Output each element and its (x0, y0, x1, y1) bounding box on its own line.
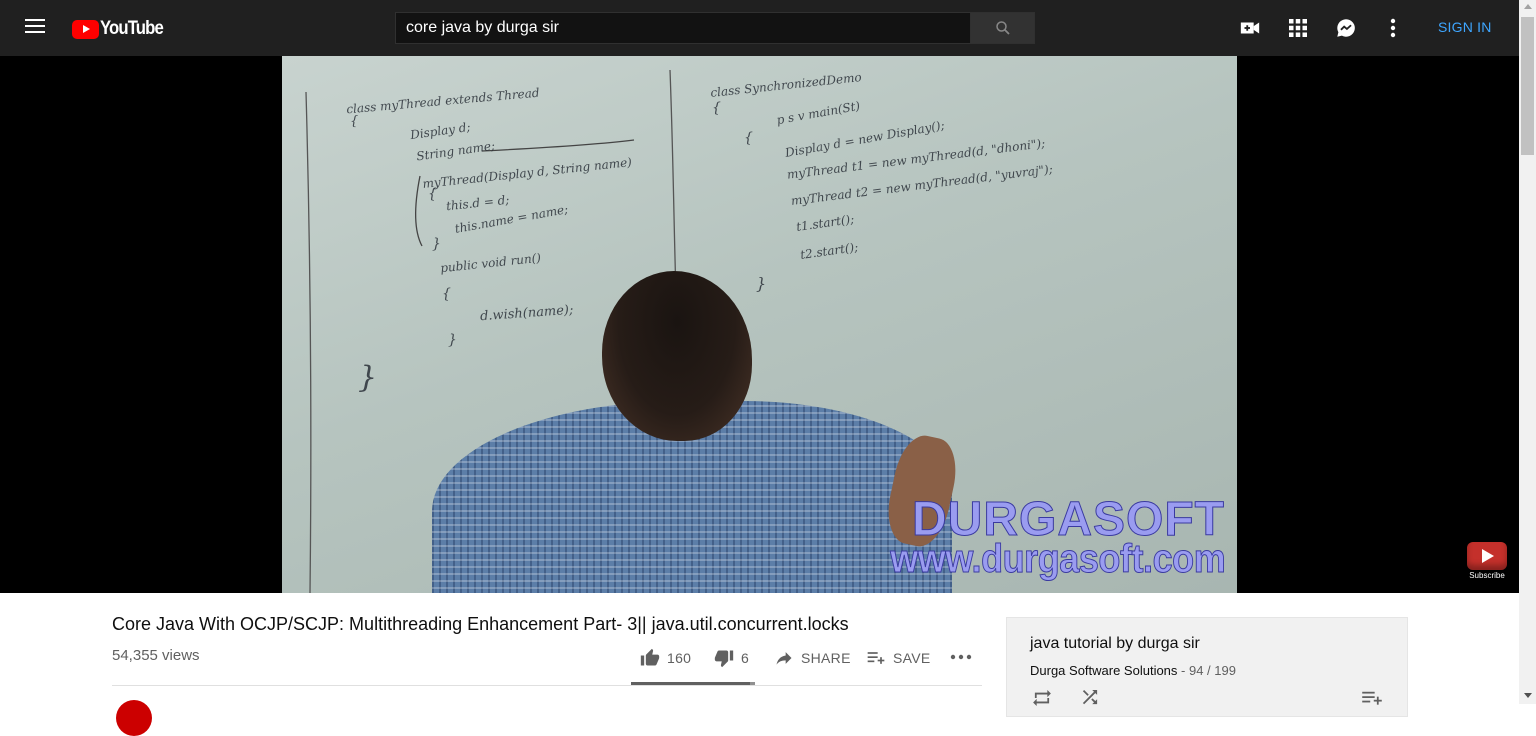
masthead: YouTube core java by durga sir SIGN IN (0, 0, 1519, 56)
scrollbar-thumb[interactable] (1521, 17, 1534, 155)
dislike-count: 6 (741, 650, 750, 666)
board-line: } (448, 332, 457, 348)
board-line: } (358, 360, 378, 395)
watermark-url: www.durgasoft.com (889, 537, 1226, 582)
board-line: { (442, 286, 451, 302)
board-line: } (756, 274, 767, 293)
youtube-logo[interactable]: YouTube (72, 18, 171, 40)
info-divider (112, 685, 982, 686)
video-player[interactable]: class myThread extends Thread { Display … (0, 56, 1519, 593)
search-icon (995, 21, 1010, 35)
shuffle-icon[interactable] (1079, 690, 1101, 711)
share-arrow-icon (776, 652, 792, 665)
playlist-meta: Durga Software Solutions - 94 / 199 (1030, 663, 1236, 678)
sign-in-button[interactable]: SIGN IN (1438, 19, 1492, 35)
scroll-down-arrow-icon[interactable] (1524, 693, 1532, 698)
thumb-up-icon (640, 648, 660, 666)
loop-icon[interactable] (1031, 690, 1053, 711)
search-input[interactable]: core java by durga sir (395, 12, 971, 44)
subscribe-label: Subscribe (1469, 571, 1505, 580)
youtube-play-icon (72, 19, 99, 39)
like-count: 160 (667, 650, 692, 666)
view-count: 54,355 views (112, 647, 200, 664)
more-horizontal-icon (950, 654, 972, 660)
more-vertical-icon[interactable] (1381, 16, 1405, 40)
board-line: { (350, 114, 359, 129)
hamburger-menu-icon[interactable] (22, 16, 48, 40)
video-frame[interactable]: class myThread extends Thread { Display … (282, 56, 1237, 593)
playlist-title[interactable]: java tutorial by durga sir (1030, 635, 1200, 653)
board-line: } (432, 236, 441, 252)
video-title: Core Java With OCJP/SCJP: Multithreading… (112, 614, 849, 634)
playlist-position: - 94 / 199 (1181, 663, 1236, 678)
presenter-head (602, 271, 752, 441)
scroll-up-arrow-icon[interactable] (1524, 4, 1532, 9)
channel-avatar[interactable] (116, 700, 152, 736)
board-line: { (712, 100, 721, 116)
playlist-channel[interactable]: Durga Software Solutions (1030, 663, 1177, 678)
board-line: { (428, 186, 437, 202)
share-label: SHARE (801, 650, 851, 666)
apps-grid-icon[interactable] (1286, 16, 1310, 40)
board-line: { (744, 130, 753, 146)
like-button[interactable]: 160 (640, 648, 691, 668)
save-label: SAVE (893, 650, 931, 666)
dislike-button[interactable]: 6 (714, 648, 749, 668)
chat-bubble-icon[interactable] (1334, 16, 1358, 40)
video-camera-icon[interactable] (1238, 16, 1262, 40)
subscribe-watermark-button[interactable]: Subscribe (1466, 542, 1508, 580)
more-actions-button[interactable] (950, 650, 972, 664)
save-button[interactable]: SAVE (866, 648, 931, 668)
playlist-panel: java tutorial by durga sir Durga Softwar… (1006, 617, 1408, 717)
thumb-down-icon (714, 650, 734, 668)
search-button[interactable] (970, 12, 1035, 44)
playlist-add-icon (867, 652, 885, 664)
share-button[interactable]: SHARE (774, 648, 851, 668)
youtube-subscribe-icon (1467, 542, 1507, 570)
search-input-value: core java by durga sir (406, 19, 559, 36)
page-scrollbar[interactable] (1519, 0, 1536, 704)
logo-text: YouTube (100, 18, 164, 39)
playlist-add-icon[interactable] (1361, 690, 1383, 711)
